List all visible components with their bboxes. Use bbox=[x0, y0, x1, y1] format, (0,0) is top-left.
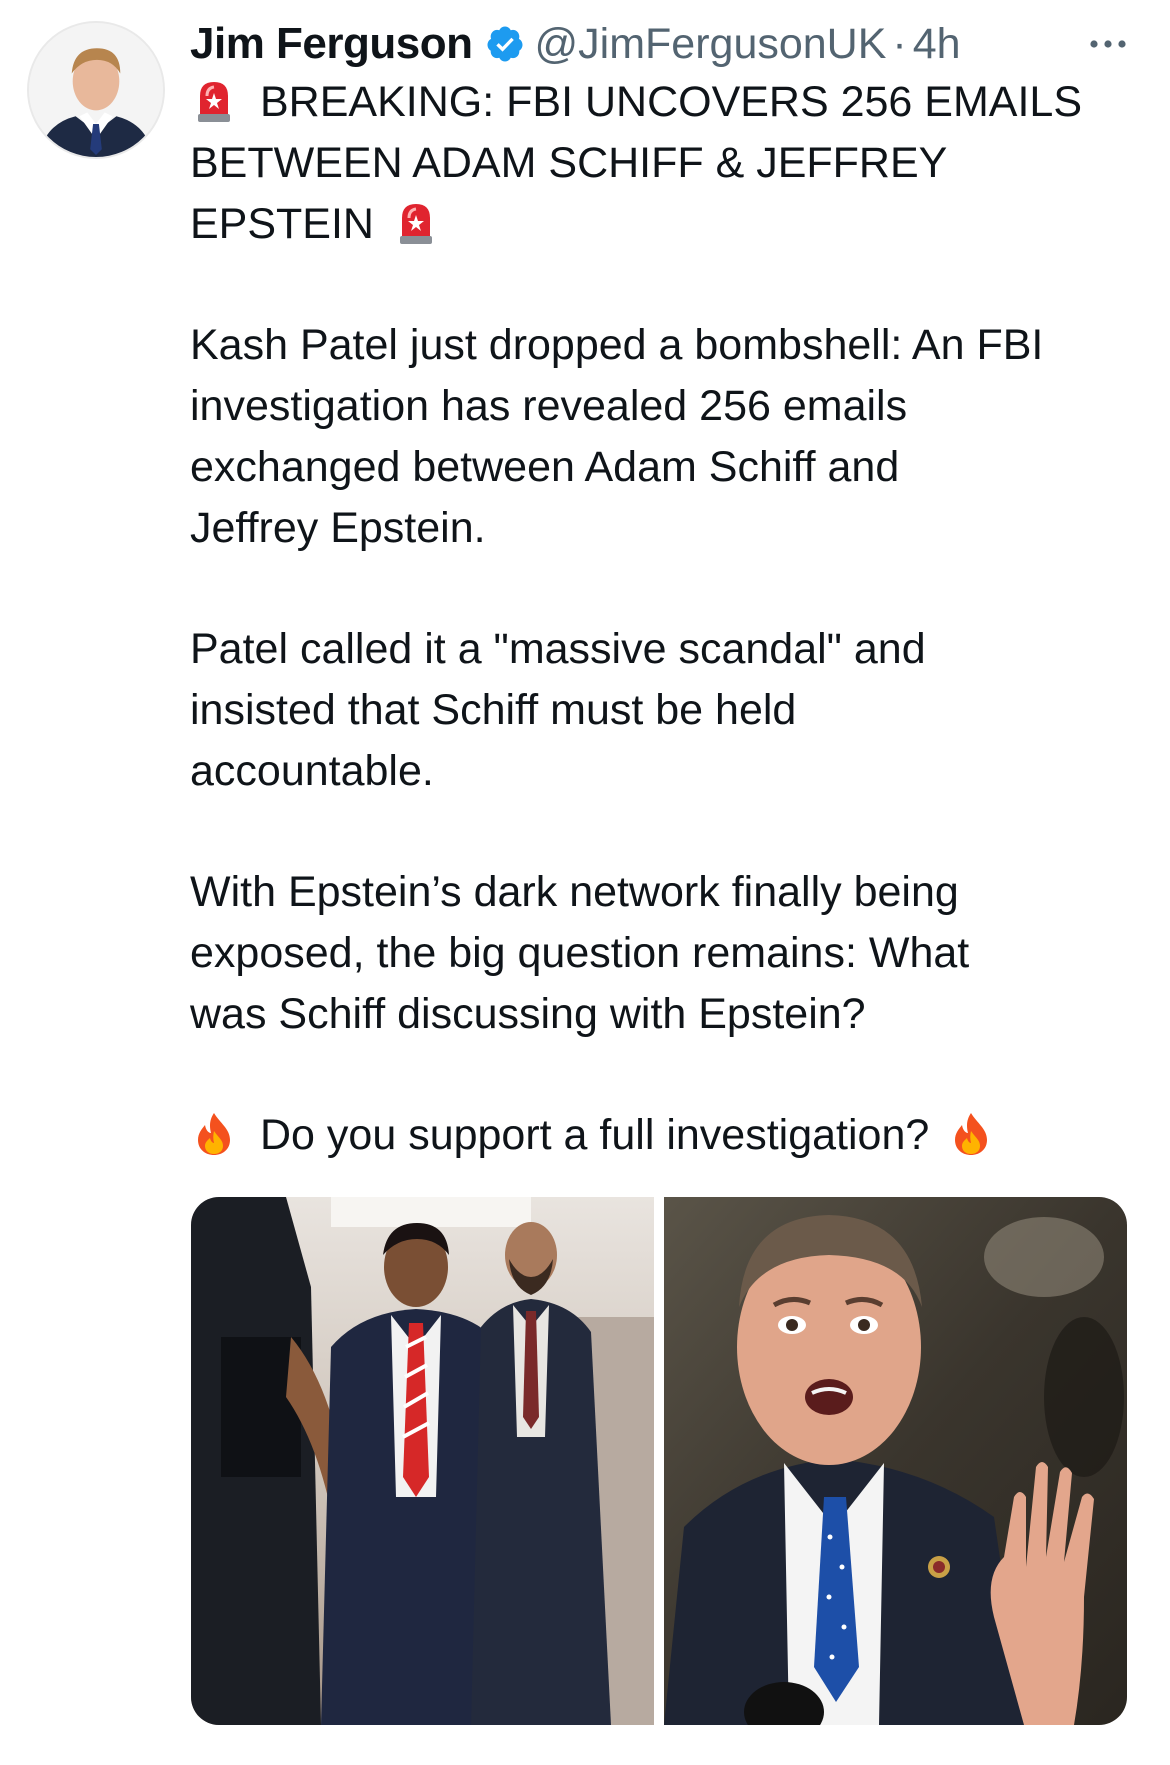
media-photo-left[interactable] bbox=[191, 1197, 654, 1725]
author-avatar[interactable] bbox=[27, 21, 165, 159]
headline-line-2: BETWEEN ADAM SCHIFF & JEFFREY bbox=[190, 139, 948, 187]
avatar-portrait-icon bbox=[29, 23, 163, 157]
paragraph3-line-1: With Epstein’s dark network finally bein… bbox=[190, 868, 959, 916]
media-photo-right[interactable] bbox=[664, 1197, 1127, 1725]
paragraph3-line-3: was Schiff discussing with Epstein? bbox=[190, 990, 866, 1038]
headline-text-1: BREAKING: FBI UNCOVERS 256 EMAILS bbox=[260, 78, 1083, 126]
paragraph3-line-2: exposed, the big question remains: What bbox=[190, 929, 970, 977]
police-siren-emoji bbox=[198, 82, 230, 122]
paragraph1-line-2: investigation has revealed 256 emails bbox=[190, 382, 908, 430]
paragraph1-line-1: Kash Patel just dropped a bombshell: An … bbox=[190, 321, 1044, 369]
tweet-card[interactable]: Jim Ferguson @JimFergusonUK · 4h BREAKIN… bbox=[0, 0, 1170, 1765]
tweet-timestamp[interactable]: 4h bbox=[913, 20, 961, 69]
author-handle[interactable]: @JimFergusonUK bbox=[535, 20, 887, 69]
tweet-media-grid bbox=[191, 1197, 1127, 1725]
paragraph2-line-1: Patel called it a "massive scandal" and bbox=[190, 625, 926, 673]
paragraph2-line-2: insisted that Schiff must be held bbox=[190, 686, 797, 734]
paragraph1-line-3: exchanged between Adam Schiff and bbox=[190, 443, 900, 491]
headline-line-3: EPSTEIN bbox=[190, 194, 1140, 255]
headline-text-3: EPSTEIN bbox=[190, 200, 374, 248]
fire-emoji bbox=[955, 1113, 988, 1155]
header-separator: · bbox=[892, 19, 907, 68]
police-siren-emoji bbox=[400, 204, 432, 244]
paragraph2-line-3: accountable. bbox=[190, 747, 434, 795]
headline-line-1: BREAKING: FBI UNCOVERS 256 EMAILS bbox=[190, 72, 1140, 133]
paragraph1-line-4: Jeffrey Epstein. bbox=[190, 504, 486, 552]
photo-man-speaking bbox=[664, 1197, 1127, 1725]
verified-badge-icon[interactable] bbox=[485, 24, 525, 64]
tweet-header: Jim Ferguson @JimFergusonUK · 4h bbox=[190, 14, 1130, 74]
tweet-text: BREAKING: FBI UNCOVERS 256 EMAILS BETWEE… bbox=[190, 72, 1140, 1166]
fire-emoji bbox=[198, 1113, 230, 1155]
question-text: Do you support a full investigation? bbox=[260, 1111, 930, 1159]
question-line: Do you support a full investigation? bbox=[190, 1105, 1140, 1166]
author-name[interactable]: Jim Ferguson bbox=[190, 19, 473, 69]
photo-hallway-walking-men bbox=[191, 1197, 654, 1725]
more-options-icon[interactable] bbox=[1086, 22, 1130, 66]
